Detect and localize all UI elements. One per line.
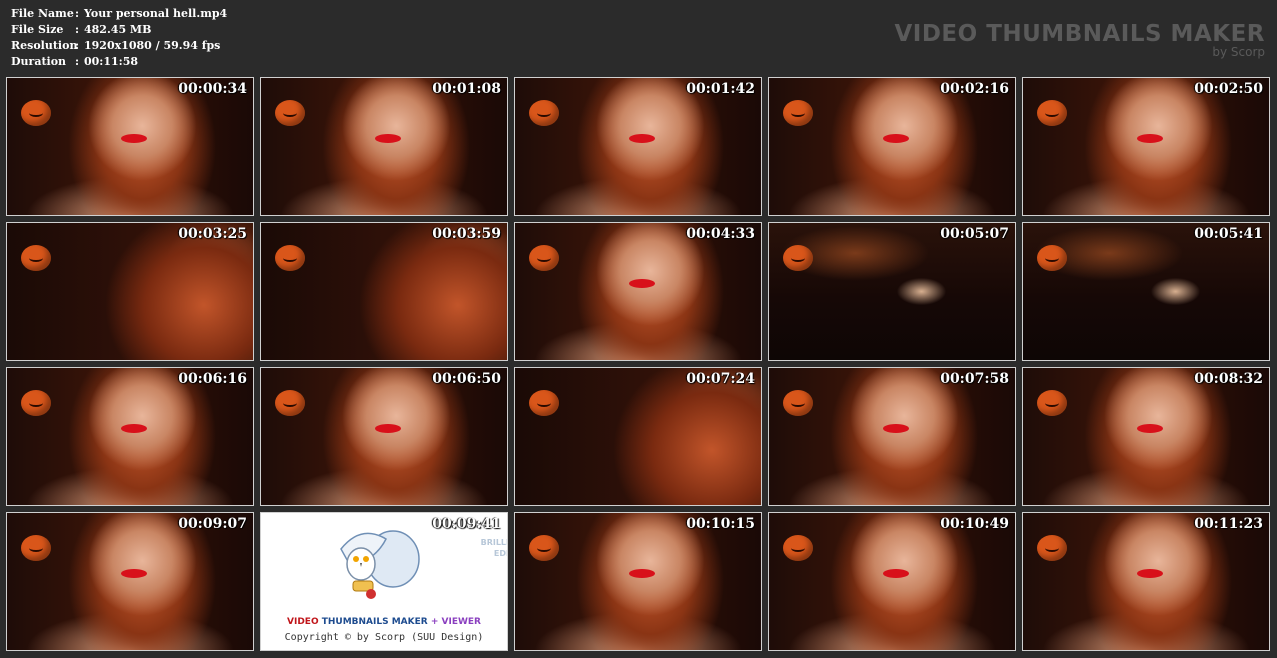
video-thumbnail[interactable]: 00:05:41 (1022, 222, 1270, 361)
info-row-resolution: Resolution : 1920x1080 / 59.94 fps (11, 39, 221, 52)
video-thumbnail[interactable]: 00:02:50 (1022, 77, 1270, 216)
thumbnail-timestamp: 00:03:59 (432, 226, 501, 242)
thumbnail-timestamp: 00:06:50 (432, 371, 501, 387)
video-thumbnail[interactable]: 00:06:16 (6, 367, 254, 506)
logo-title: VIDEO THUMBNAILS MAKER + VIEWER (287, 617, 481, 627)
pumpkin-decoration (529, 100, 559, 126)
pumpkin-decoration (275, 390, 305, 416)
lips-detail (883, 424, 909, 433)
thumbnail-timestamp: 00:00:34 (178, 81, 247, 97)
pumpkin-decoration (529, 535, 559, 561)
lips-detail (629, 134, 655, 143)
video-thumbnail[interactable]: 00:06:50 (260, 367, 508, 506)
thumbnail-timestamp: 00:08:32 (1194, 371, 1263, 387)
logo-thumbnail[interactable]: BRILLI EDI VIDEO THUMBNAILS MAKER + VIEW… (260, 512, 508, 651)
pumpkin-decoration (21, 535, 51, 561)
info-value: 482.45 MB (84, 23, 152, 36)
thumbnail-timestamp: 00:03:25 (178, 226, 247, 242)
thumbnail-timestamp: 00:04:33 (686, 226, 755, 242)
pumpkin-decoration (1037, 390, 1067, 416)
pumpkin-decoration (783, 535, 813, 561)
lips-detail (629, 279, 655, 288)
video-thumbnail[interactable]: 00:03:25 (6, 222, 254, 361)
lips-detail (883, 134, 909, 143)
thumbnail-timestamp: 00:11:23 (1194, 516, 1263, 532)
video-thumbnail[interactable]: 00:10:49 (768, 512, 1016, 651)
pumpkin-decoration (1037, 535, 1067, 561)
info-value: Your personal hell.mp4 (84, 7, 228, 20)
info-label: Duration (11, 55, 67, 68)
thumbnail-timestamp: 00:10:15 (686, 516, 755, 532)
video-thumbnail[interactable]: 00:07:58 (768, 367, 1016, 506)
thumbnail-timestamp: 00:01:08 (432, 81, 501, 97)
pumpkin-decoration (1037, 100, 1067, 126)
pumpkin-decoration (529, 390, 559, 416)
lips-detail (375, 134, 401, 143)
pumpkin-decoration (783, 100, 813, 126)
video-thumbnail[interactable]: 00:01:08 (260, 77, 508, 216)
video-thumbnail[interactable]: 00:03:59 (260, 222, 508, 361)
lips-detail (121, 134, 147, 143)
lips-detail (1137, 424, 1163, 433)
video-thumbnail[interactable]: 00:07:24 (514, 367, 762, 506)
info-value: 1920x1080 / 59.94 fps (84, 39, 221, 52)
pumpkin-decoration (275, 245, 305, 271)
video-thumbnail[interactable]: 00:04:33 (514, 222, 762, 361)
lips-detail (121, 569, 147, 578)
video-thumbnail[interactable]: 00:10:15 (514, 512, 762, 651)
pumpkin-decoration (783, 390, 813, 416)
video-thumbnail[interactable]: 00:05:07 (768, 222, 1016, 361)
brand-title: VIDEO THUMBNAILS MAKER (894, 21, 1265, 47)
video-thumbnail[interactable]: 00:11:23 (1022, 512, 1270, 651)
thumbnail-grid: 00:00:34 00:01:08 00:01:42 00:02:16 00:0… (6, 77, 1270, 651)
logo-brilliant-text: BRILLI EDI (480, 538, 508, 558)
video-thumbnail[interactable]: 00:00:34 (6, 77, 254, 216)
thumbnail-timestamp: 00:02:16 (940, 81, 1009, 97)
video-thumbnail[interactable]: 00:02:16 (768, 77, 1016, 216)
pumpkin-decoration (529, 245, 559, 271)
lips-detail (121, 424, 147, 433)
info-row-duration: Duration : 00:11:58 (11, 55, 139, 68)
info-row-filename: File Name : Your personal hell.mp4 (11, 7, 228, 20)
owl-logo-icon (340, 530, 420, 599)
video-thumbnail[interactable]: 00:09:07 (6, 512, 254, 651)
pumpkin-decoration (21, 245, 51, 271)
thumbnail-timestamp: 00:10:49 (940, 516, 1009, 532)
lips-detail (1137, 134, 1163, 143)
pumpkin-decoration (1037, 245, 1067, 271)
thumbnail-timestamp: 00:06:16 (178, 371, 247, 387)
info-value: 00:11:58 (84, 55, 139, 68)
lips-detail (375, 424, 401, 433)
thumbnail-timestamp: 00:02:50 (1194, 81, 1263, 97)
pumpkin-decoration (21, 100, 51, 126)
info-label: Resolution (11, 39, 78, 52)
thumbnail-timestamp: 00:07:58 (940, 371, 1009, 387)
lips-detail (1137, 569, 1163, 578)
pumpkin-decoration (275, 100, 305, 126)
pumpkin-decoration (783, 245, 813, 271)
info-label: File Name (11, 7, 74, 20)
thumbnail-timestamp: 00:09:41 (432, 516, 501, 532)
thumbnail-timestamp: 00:05:41 (1194, 226, 1263, 242)
brand-watermark: VIDEO THUMBNAILS MAKER by Scorp (894, 20, 1265, 58)
logo-copyright: Copyright © by Scorp (SUU Design) (284, 632, 484, 643)
thumbnail-timestamp: 00:05:07 (940, 226, 1009, 242)
pumpkin-decoration (21, 390, 51, 416)
lips-detail (883, 569, 909, 578)
video-thumbnail[interactable]: 00:08:32 (1022, 367, 1270, 506)
file-info-panel: File Name : Your personal hell.mp4 File … (11, 6, 227, 70)
video-thumbnail[interactable]: 00:01:42 (514, 77, 762, 216)
lips-detail (629, 569, 655, 578)
thumbnail-timestamp: 00:01:42 (686, 81, 755, 97)
info-row-filesize: File Size : 482.45 MB (11, 23, 152, 36)
thumbnail-timestamp: 00:07:24 (686, 371, 755, 387)
thumbnail-timestamp: 00:09:07 (178, 516, 247, 532)
info-label: File Size (11, 23, 64, 36)
